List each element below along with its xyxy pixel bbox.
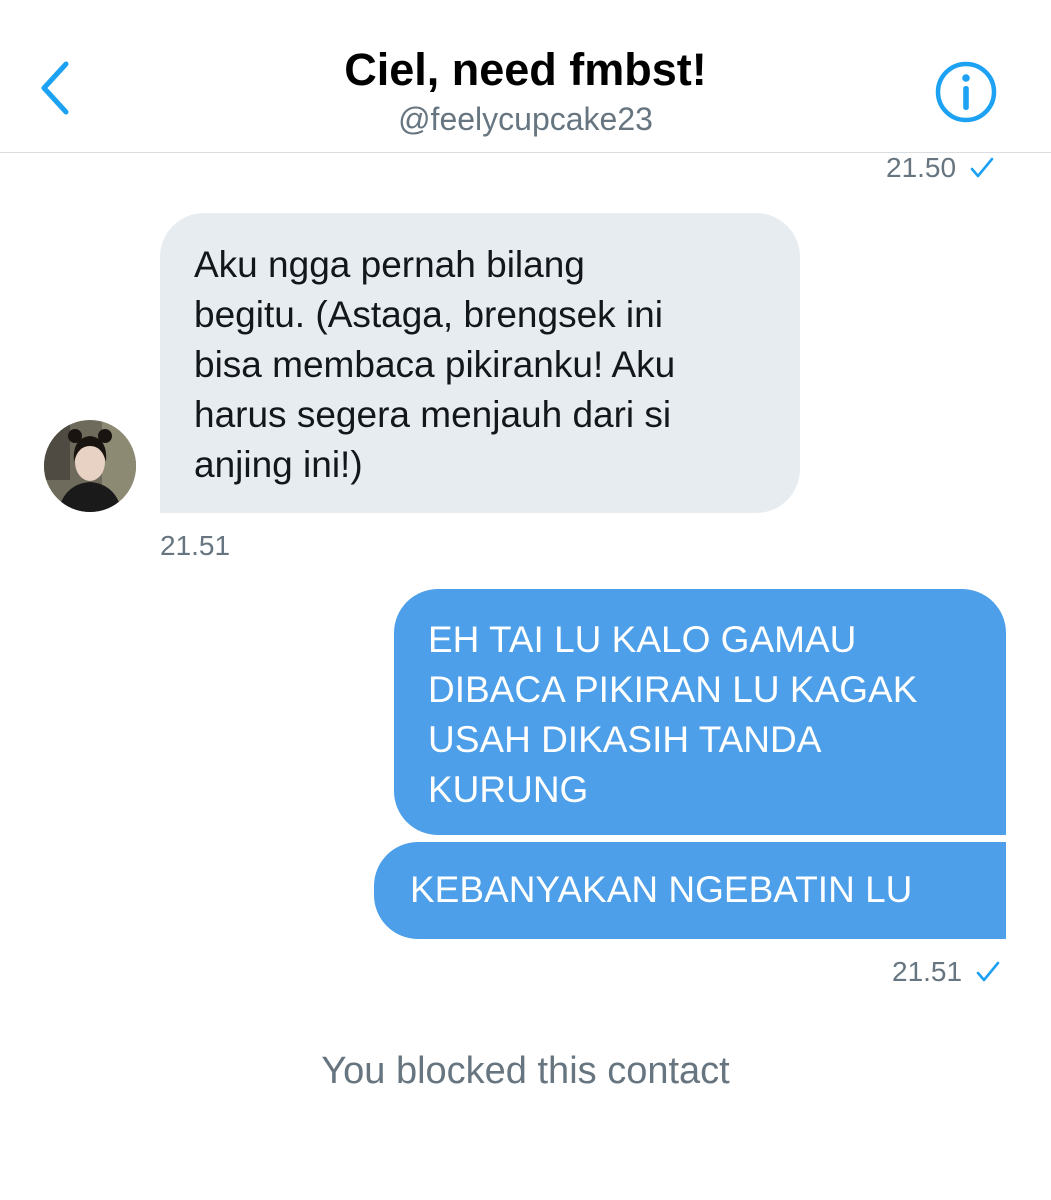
info-button[interactable] [934,60,998,124]
message-line: DIBACA PIKIRAN LU KAGAK [428,669,918,710]
message-timestamp: 21.51 [892,956,1000,988]
timestamp-text: 21.50 [886,152,957,183]
message-line: Aku ngga pernah bilang [194,244,585,285]
received-message-bubble[interactable]: Aku ngga pernah bilang begitu. (Astaga, … [160,213,800,513]
message-line: KEBANYAKAN NGEBATIN LU [410,869,913,910]
message-line: anjing ini!) [194,444,363,485]
conversation-header: Ciel, need fmbst! @feelycupcake23 [0,0,1051,153]
contact-handle: @feelycupcake23 [398,101,653,137]
message-line: begitu. (Astaga, brengsek ini [194,294,663,335]
timestamp-text: 21.51 [892,956,963,987]
message-timestamp: 21.50 [886,152,994,184]
sent-check-icon [976,961,1000,982]
message-timestamp: 21.51 [160,530,231,561]
sent-message-bubble[interactable]: EH TAI LU KALO GAMAU DIBACA PIKIRAN LU K… [394,589,1006,835]
message-line: USAH DIKASIH TANDA [428,719,822,760]
message-line: EH TAI LU KALO GAMAU [428,619,857,660]
message-line: bisa membaca pikiranku! Aku [194,344,676,385]
contact-photo [44,420,136,512]
message-line: harus segera menjauh dari si [194,394,672,435]
sent-message-bubble[interactable]: KEBANYAKAN NGEBATIN LU [374,842,1006,939]
blocked-contact-notice: You blocked this contact [321,1050,730,1092]
sent-check-icon [970,157,994,178]
contact-avatar[interactable] [44,420,136,512]
message-line: KURUNG [428,769,589,810]
conversation-title: Ciel, need fmbst! [344,44,707,95]
info-circle-icon [935,61,997,123]
